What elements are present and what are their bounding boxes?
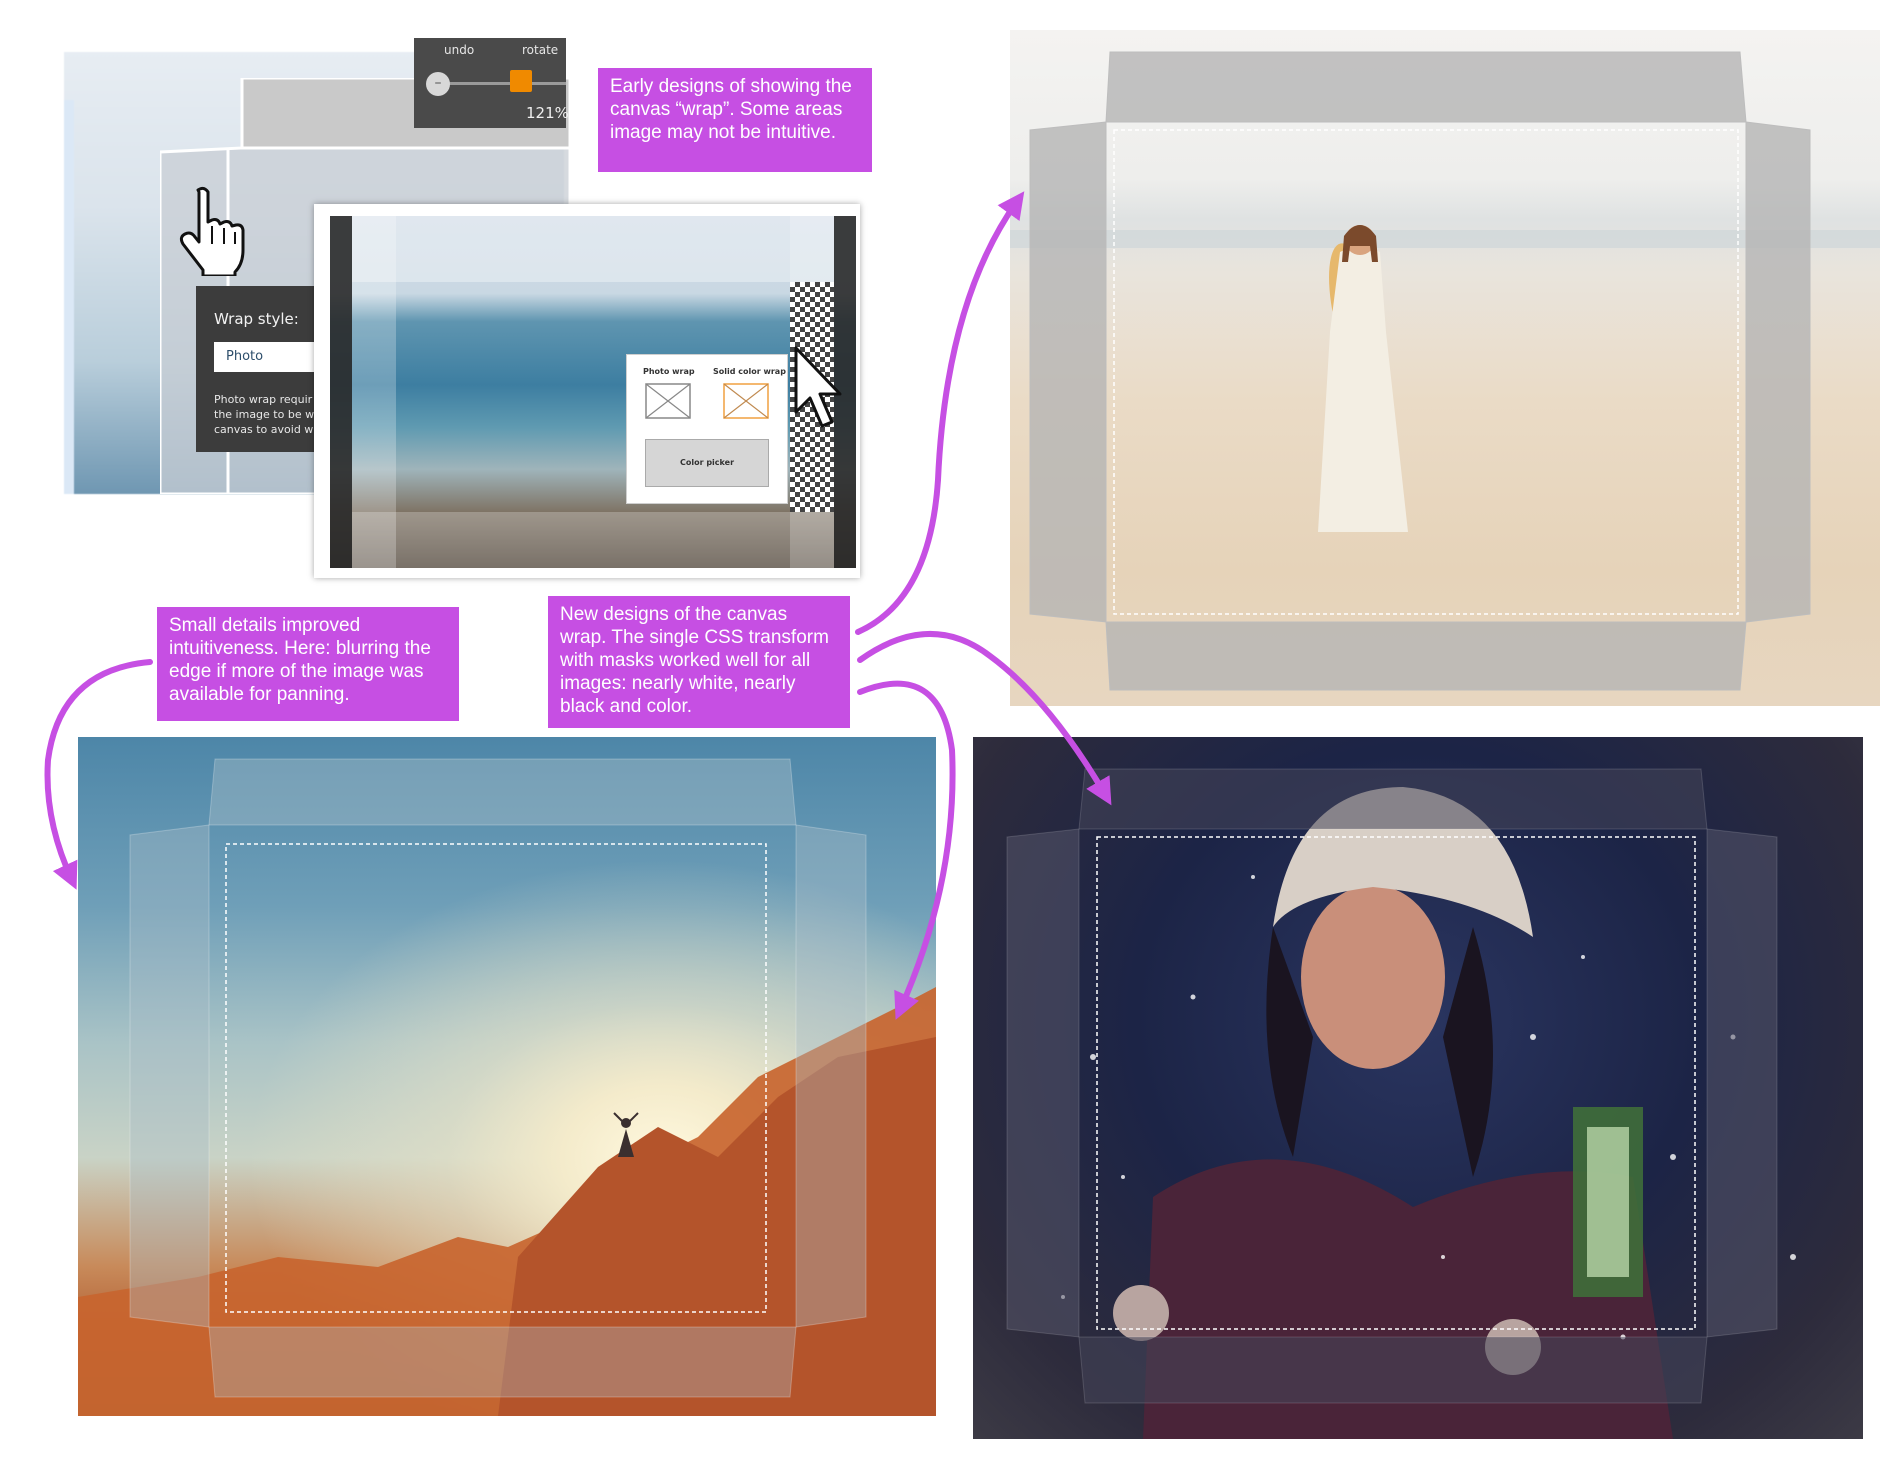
arrow-to-sky-edge [857, 680, 956, 1020]
arrow-to-sky-panel [44, 659, 153, 890]
annotation-arrows [44, 191, 1112, 1020]
arrow-to-snow-panel [857, 630, 1112, 806]
arrow-to-beach-panel [855, 191, 1025, 635]
